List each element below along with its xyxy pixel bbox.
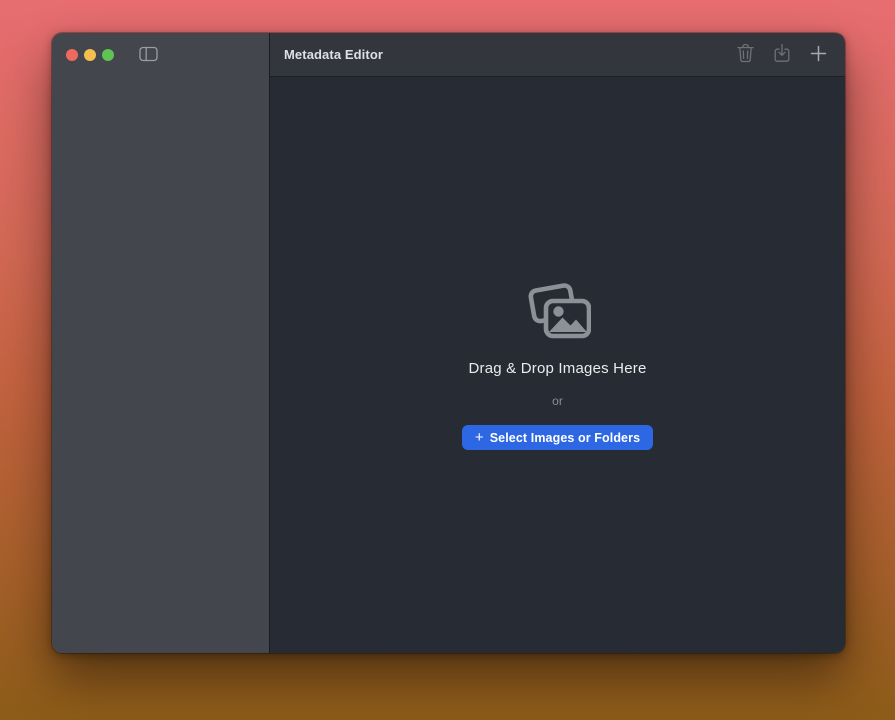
trash-icon bbox=[737, 44, 754, 66]
delete-button[interactable] bbox=[735, 42, 756, 68]
select-images-button-label: Select Images or Folders bbox=[490, 431, 640, 445]
traffic-lights bbox=[66, 49, 114, 61]
app-window: Metadata Editor bbox=[52, 33, 845, 653]
zoom-window-button[interactable] bbox=[102, 49, 114, 61]
sidebar-titlebar bbox=[52, 33, 269, 77]
or-separator: or bbox=[552, 394, 563, 408]
select-images-button[interactable]: + Select Images or Folders bbox=[462, 425, 653, 450]
titlebar: Metadata Editor bbox=[270, 33, 845, 77]
sidebar-toggle-button[interactable] bbox=[137, 44, 160, 67]
plus-icon bbox=[810, 45, 827, 65]
close-window-button[interactable] bbox=[66, 49, 78, 61]
import-button[interactable] bbox=[771, 41, 793, 68]
import-arrow-down-icon bbox=[773, 43, 791, 66]
main-pane: Metadata Editor bbox=[270, 33, 845, 653]
add-images-button[interactable] bbox=[808, 43, 829, 67]
drop-heading: Drag & Drop Images Here bbox=[468, 360, 646, 377]
photo-stack-icon bbox=[525, 280, 591, 340]
toolbar bbox=[735, 41, 829, 68]
button-plus-icon: + bbox=[475, 430, 484, 445]
sidebar-toggle-icon bbox=[139, 46, 158, 65]
drop-zone[interactable]: Drag & Drop Images Here or + Select Imag… bbox=[270, 77, 845, 653]
sidebar bbox=[52, 33, 270, 653]
minimize-window-button[interactable] bbox=[84, 49, 96, 61]
page-title: Metadata Editor bbox=[284, 47, 383, 62]
